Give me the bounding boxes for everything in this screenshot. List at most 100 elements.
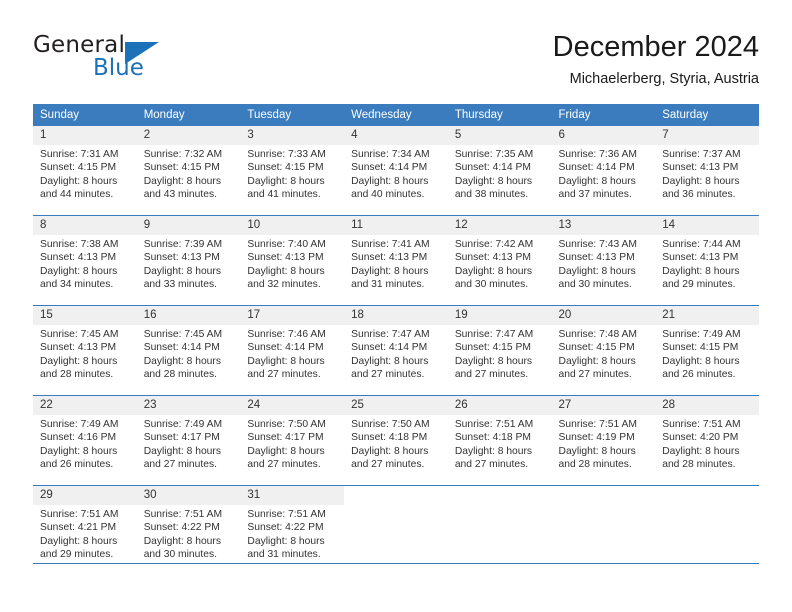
sunset-text: Sunset: 4:14 PM xyxy=(143,342,220,354)
calendar-day-cell[interactable]: 26 Sunrise: 7:51 AM Sunset: 4:18 PM Dayligh… xyxy=(447,395,552,486)
daylight-text-line1: Daylight: 8 hours xyxy=(40,175,118,187)
sunrise-text: Sunrise: 7:51 AM xyxy=(558,419,637,430)
daylight-text-line2: and 27 minutes. xyxy=(247,368,321,380)
calendar-day-cell[interactable]: 9 Sunrise: 7:39 AM Sunset: 4:13 PM Daylight… xyxy=(136,215,241,306)
calendar-day-cell[interactable]: 20 Sunrise: 7:48 AM Sunset: 4:15 PM Dayligh… xyxy=(551,305,656,396)
day-details: Sunrise: 7:44 AM Sunset: 4:13 PM Daylight:… xyxy=(655,235,759,291)
day-details: Sunrise: 7:49 AM Sunset: 4:17 PM Daylight:… xyxy=(137,415,241,471)
day-number: 23 xyxy=(136,396,241,415)
calendar-day-cell[interactable]: 21 Sunrise: 7:49 AM Sunset: 4:15 PM Dayligh… xyxy=(655,305,759,396)
calendar-day-cell[interactable]: 4 Sunrise: 7:34 AM Sunset: 4:14 PM Daylight… xyxy=(344,126,448,216)
day-number xyxy=(344,486,448,505)
calendar-day-cell[interactable]: 22 Sunrise: 7:49 AM Sunset: 4:16 PM Dayligh… xyxy=(33,395,137,486)
calendar-day-cell[interactable]: 13 Sunrise: 7:43 AM Sunset: 4:13 PM Dayligh… xyxy=(551,215,656,306)
calendar-week-row: 15 Sunrise: 7:45 AM Sunset: 4:13 PM Dayligh… xyxy=(33,305,759,396)
calendar-day-cell[interactable]: 3 Sunrise: 7:33 AM Sunset: 4:15 PM Daylight… xyxy=(240,126,345,216)
daylight-text-line1: Daylight: 8 hours xyxy=(351,445,429,457)
daylight-text-line2: and 28 minutes. xyxy=(662,458,736,470)
sunrise-text: Sunrise: 7:46 AM xyxy=(247,329,326,340)
sunrise-text: Sunrise: 7:37 AM xyxy=(662,149,741,160)
sunrise-text: Sunrise: 7:48 AM xyxy=(558,329,637,340)
day-details: Sunrise: 7:40 AM Sunset: 4:13 PM Daylight:… xyxy=(240,235,344,291)
calendar-day-cell[interactable]: 23 Sunrise: 7:49 AM Sunset: 4:17 PM Dayligh… xyxy=(136,395,241,486)
calendar-day-cell[interactable]: 5 Sunrise: 7:35 AM Sunset: 4:14 PM Daylight… xyxy=(447,126,552,216)
calendar-day-cell[interactable]: 28 Sunrise: 7:51 AM Sunset: 4:20 PM Dayligh… xyxy=(655,395,759,486)
calendar-day-cell[interactable]: 11 Sunrise: 7:41 AM Sunset: 4:13 PM Dayligh… xyxy=(344,215,448,306)
sunset-text: Sunset: 4:14 PM xyxy=(351,162,428,174)
sunrise-text: Sunrise: 7:47 AM xyxy=(351,329,430,340)
day-number: 19 xyxy=(447,306,552,325)
calendar-day-cell[interactable]: 1 Sunrise: 7:31 AM Sunset: 4:15 PM Daylight… xyxy=(33,126,137,216)
daylight-text-line2: and 32 minutes. xyxy=(247,278,321,290)
weekday-header-saturday: Saturday xyxy=(655,104,759,126)
day-details: Sunrise: 7:49 AM Sunset: 4:15 PM Daylight:… xyxy=(655,325,759,381)
daylight-text-line1: Daylight: 8 hours xyxy=(558,265,636,277)
sunset-text: Sunset: 4:15 PM xyxy=(143,162,220,174)
day-details: Sunrise: 7:32 AM Sunset: 4:15 PM Daylight:… xyxy=(137,145,241,201)
day-number: 13 xyxy=(551,216,656,235)
calendar-day-cell[interactable]: 25 Sunrise: 7:50 AM Sunset: 4:18 PM Dayligh… xyxy=(344,395,448,486)
sunrise-text: Sunrise: 7:34 AM xyxy=(351,149,430,160)
daylight-text-line1: Daylight: 8 hours xyxy=(143,265,221,277)
calendar-day-cell[interactable]: 16 Sunrise: 7:45 AM Sunset: 4:14 PM Dayligh… xyxy=(136,305,241,396)
day-number xyxy=(552,486,656,505)
sunset-text: Sunset: 4:13 PM xyxy=(454,252,531,264)
daylight-text-line1: Daylight: 8 hours xyxy=(40,355,118,367)
sunset-text: Sunset: 4:13 PM xyxy=(351,252,428,264)
day-details: Sunrise: 7:34 AM Sunset: 4:14 PM Daylight:… xyxy=(344,145,448,201)
calendar-day-cell[interactable]: 12 Sunrise: 7:42 AM Sunset: 4:13 PM Dayligh… xyxy=(447,215,552,306)
sunset-text: Sunset: 4:18 PM xyxy=(454,432,531,444)
day-number: 10 xyxy=(240,216,345,235)
day-number: 3 xyxy=(240,126,345,145)
daylight-text-line2: and 31 minutes. xyxy=(351,278,425,290)
sunrise-text: Sunrise: 7:50 AM xyxy=(351,419,430,430)
day-details: Sunrise: 7:46 AM Sunset: 4:14 PM Daylight:… xyxy=(240,325,344,381)
sunrise-text: Sunrise: 7:45 AM xyxy=(143,329,223,340)
sunrise-text: Sunrise: 7:38 AM xyxy=(40,239,119,250)
general-blue-logo[interactable]: General Blue xyxy=(33,32,203,88)
sunrise-text: Sunrise: 7:32 AM xyxy=(143,149,223,160)
calendar-day-cell[interactable]: 17 Sunrise: 7:46 AM Sunset: 4:14 PM Dayligh… xyxy=(240,305,345,396)
sunset-text: Sunset: 4:14 PM xyxy=(558,162,635,174)
weekday-header-friday: Friday xyxy=(551,104,656,126)
daylight-text-line2: and 38 minutes. xyxy=(454,188,529,200)
calendar-week-row: 22 Sunrise: 7:49 AM Sunset: 4:16 PM Dayligh… xyxy=(33,395,759,486)
daylight-text-line2: and 29 minutes. xyxy=(662,278,736,290)
calendar-day-cell[interactable]: 7 Sunrise: 7:37 AM Sunset: 4:13 PM Daylight… xyxy=(655,126,759,216)
sunrise-text: Sunrise: 7:43 AM xyxy=(558,239,637,250)
calendar-day-cell[interactable]: 10 Sunrise: 7:40 AM Sunset: 4:13 PM Dayligh… xyxy=(240,215,345,306)
daylight-text-line2: and 34 minutes. xyxy=(40,278,114,290)
sunset-text: Sunset: 4:16 PM xyxy=(40,432,117,444)
daylight-text-line2: and 28 minutes. xyxy=(40,368,114,380)
sunset-text: Sunset: 4:15 PM xyxy=(662,342,739,354)
calendar-day-cell[interactable]: 2 Sunrise: 7:32 AM Sunset: 4:15 PM Daylight… xyxy=(136,126,241,216)
sunset-text: Sunset: 4:13 PM xyxy=(247,252,324,264)
daylight-text-line1: Daylight: 8 hours xyxy=(351,355,429,367)
calendar-week-row: 1 Sunrise: 7:31 AM Sunset: 4:15 PM Daylight… xyxy=(33,126,759,216)
calendar-day-cell[interactable]: 8 Sunrise: 7:38 AM Sunset: 4:13 PM Daylight… xyxy=(33,215,137,306)
daylight-text-line1: Daylight: 8 hours xyxy=(40,445,118,457)
calendar-day-cell[interactable]: 30 Sunrise: 7:51 AM Sunset: 4:22 PM Dayligh… xyxy=(136,485,241,575)
day-details: Sunrise: 7:51 AM Sunset: 4:22 PM Daylight:… xyxy=(137,505,241,561)
calendar-day-cell[interactable]: 27 Sunrise: 7:51 AM Sunset: 4:19 PM Dayligh… xyxy=(551,395,656,486)
calendar-day-cell[interactable]: 31 Sunrise: 7:51 AM Sunset: 4:22 PM Dayligh… xyxy=(240,485,345,575)
calendar-day-cell[interactable]: 29 Sunrise: 7:51 AM Sunset: 4:21 PM Dayligh… xyxy=(33,485,137,575)
calendar-day-cell[interactable]: 19 Sunrise: 7:47 AM Sunset: 4:15 PM Dayligh… xyxy=(447,305,552,396)
calendar-day-cell[interactable]: 14 Sunrise: 7:44 AM Sunset: 4:13 PM Dayligh… xyxy=(655,215,759,306)
daylight-text-line1: Daylight: 8 hours xyxy=(143,535,221,547)
day-details: Sunrise: 7:50 AM Sunset: 4:18 PM Daylight:… xyxy=(344,415,448,471)
sunrise-sunset-calendar-page: General Blue December 2024 Michaelerberg… xyxy=(0,0,792,612)
daylight-text-line2: and 29 minutes. xyxy=(40,548,114,560)
daylight-text-line1: Daylight: 8 hours xyxy=(662,175,740,187)
day-details: Sunrise: 7:37 AM Sunset: 4:13 PM Daylight:… xyxy=(655,145,759,201)
sunset-text: Sunset: 4:13 PM xyxy=(558,252,635,264)
location-subtitle: Michaelerberg, Styria, Austria xyxy=(569,71,759,87)
calendar-day-cell[interactable]: 18 Sunrise: 7:47 AM Sunset: 4:14 PM Dayligh… xyxy=(344,305,448,396)
calendar-day-cell[interactable]: 6 Sunrise: 7:36 AM Sunset: 4:14 PM Daylight… xyxy=(551,126,656,216)
calendar-day-cell[interactable]: 24 Sunrise: 7:50 AM Sunset: 4:17 PM Dayligh… xyxy=(240,395,345,486)
weekday-header-sunday: Sunday xyxy=(33,104,137,126)
daylight-text-line1: Daylight: 8 hours xyxy=(558,175,636,187)
daylight-text-line2: and 40 minutes. xyxy=(351,188,425,200)
weekday-header-thursday: Thursday xyxy=(447,104,552,126)
calendar-day-cell[interactable]: 15 Sunrise: 7:45 AM Sunset: 4:13 PM Dayligh… xyxy=(33,305,137,396)
